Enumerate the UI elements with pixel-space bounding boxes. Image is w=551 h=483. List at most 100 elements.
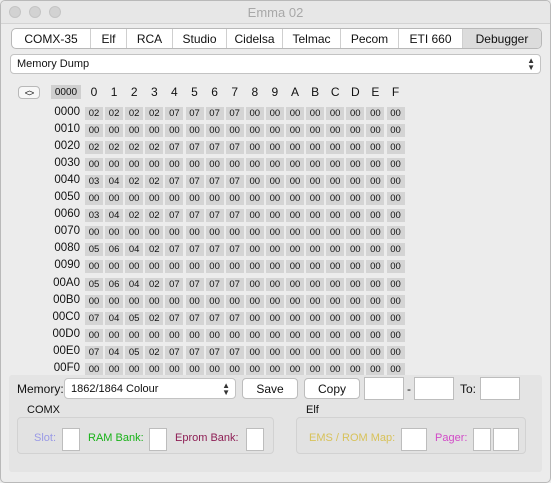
byte-cell[interactable]: 00 <box>346 294 365 308</box>
byte-cell[interactable]: 07 <box>185 209 204 223</box>
byte-cell[interactable]: 00 <box>245 158 264 172</box>
byte-cell[interactable]: 07 <box>205 243 224 257</box>
ram-bank-input[interactable] <box>149 428 167 451</box>
byte-cell[interactable]: 00 <box>245 362 264 376</box>
byte-cell[interactable]: 07 <box>165 175 184 189</box>
byte-cell[interactable]: 00 <box>286 107 304 120</box>
byte-cell[interactable]: 07 <box>225 141 244 155</box>
byte-cell[interactable]: 00 <box>326 345 345 359</box>
byte-cell[interactable]: 00 <box>265 294 284 308</box>
byte-cell[interactable]: 00 <box>326 362 345 376</box>
byte-cell[interactable]: 00 <box>346 124 365 138</box>
byte-cell[interactable]: 00 <box>306 107 325 120</box>
byte-cell[interactable]: 00 <box>245 243 264 257</box>
pager-input-2[interactable] <box>493 428 519 451</box>
byte-cell[interactable]: 00 <box>326 175 345 189</box>
copy-destination-input[interactable] <box>480 377 520 400</box>
byte-cell[interactable]: 00 <box>245 311 264 325</box>
byte-cell[interactable]: 00 <box>326 328 345 342</box>
byte-cell[interactable]: 00 <box>85 158 103 172</box>
byte-cell[interactable]: 00 <box>245 294 264 308</box>
byte-cell[interactable]: 00 <box>346 226 365 240</box>
byte-cell[interactable]: 00 <box>205 328 224 342</box>
byte-cell[interactable]: 00 <box>306 362 325 376</box>
tab-cidelsa[interactable]: Cidelsa <box>227 29 283 48</box>
byte-cell[interactable]: 00 <box>366 158 385 172</box>
byte-cell[interactable]: 07 <box>85 345 103 359</box>
byte-cell[interactable]: 00 <box>185 362 204 376</box>
byte-cell[interactable]: 00 <box>245 124 264 138</box>
byte-cell[interactable]: 07 <box>225 107 244 120</box>
byte-cell[interactable]: 00 <box>205 124 224 138</box>
byte-cell[interactable]: 00 <box>326 158 345 172</box>
byte-cell[interactable]: 07 <box>225 209 244 223</box>
byte-cell[interactable]: 00 <box>245 345 264 359</box>
byte-cell[interactable]: 00 <box>346 107 365 120</box>
byte-cell[interactable]: 00 <box>165 226 184 240</box>
byte-cell[interactable]: 00 <box>366 362 385 376</box>
byte-cell[interactable]: 00 <box>265 175 284 189</box>
byte-cell[interactable]: 07 <box>205 311 224 325</box>
byte-cell[interactable]: 00 <box>286 328 304 342</box>
byte-cell[interactable]: 00 <box>85 226 103 240</box>
byte-cell[interactable]: 00 <box>286 345 304 359</box>
byte-cell[interactable]: 00 <box>346 260 365 274</box>
byte-cell[interactable]: 00 <box>286 311 304 325</box>
byte-cell[interactable]: 00 <box>366 243 385 257</box>
byte-cell[interactable]: 00 <box>386 294 405 308</box>
byte-cell[interactable]: 00 <box>326 243 345 257</box>
byte-cell[interactable]: 00 <box>225 362 244 376</box>
byte-cell[interactable]: 00 <box>205 226 224 240</box>
byte-cell[interactable]: 07 <box>185 175 204 189</box>
byte-cell[interactable]: 00 <box>286 192 304 206</box>
pager-input-1[interactable] <box>473 428 491 451</box>
byte-cell[interactable]: 04 <box>125 243 144 257</box>
byte-cell[interactable]: 00 <box>286 175 304 189</box>
byte-cell[interactable]: 05 <box>85 243 103 257</box>
byte-cell[interactable]: 02 <box>125 209 144 223</box>
byte-cell[interactable]: 07 <box>185 107 204 120</box>
memory-type-select[interactable]: 1862/1864 Colour ▲ ▼ <box>64 378 236 399</box>
byte-cell[interactable]: 06 <box>105 243 124 257</box>
byte-cell[interactable]: 06 <box>105 277 124 291</box>
byte-cell[interactable]: 07 <box>165 243 184 257</box>
byte-cell[interactable]: 07 <box>225 311 244 325</box>
byte-cell[interactable]: 00 <box>225 192 244 206</box>
byte-cell[interactable]: 00 <box>105 226 124 240</box>
tab-debugger[interactable]: Debugger <box>463 29 541 48</box>
byte-cell[interactable]: 00 <box>245 141 264 155</box>
byte-cell[interactable]: 00 <box>265 226 284 240</box>
byte-cell[interactable]: 00 <box>225 158 244 172</box>
byte-cell[interactable]: 04 <box>105 311 124 325</box>
tab-studio[interactable]: Studio <box>173 29 227 48</box>
byte-cell[interactable]: 00 <box>306 328 325 342</box>
byte-cell[interactable]: 04 <box>125 277 144 291</box>
byte-cell[interactable]: 00 <box>346 328 365 342</box>
byte-cell[interactable]: 00 <box>165 158 184 172</box>
byte-cell[interactable]: 00 <box>125 158 144 172</box>
byte-cell[interactable]: 00 <box>306 192 325 206</box>
byte-cell[interactable]: 00 <box>286 124 304 138</box>
byte-cell[interactable]: 00 <box>326 192 345 206</box>
byte-cell[interactable]: 00 <box>366 260 385 274</box>
byte-cell[interactable]: 00 <box>105 294 124 308</box>
save-button[interactable]: Save <box>242 378 298 399</box>
byte-cell[interactable]: 00 <box>245 226 264 240</box>
byte-cell[interactable]: 00 <box>366 226 385 240</box>
copy-range-from-input[interactable] <box>364 377 404 400</box>
byte-cell[interactable]: 00 <box>105 328 124 342</box>
byte-cell[interactable]: 00 <box>85 362 103 376</box>
byte-cell[interactable]: 00 <box>386 209 405 223</box>
byte-cell[interactable]: 00 <box>185 294 204 308</box>
byte-cell[interactable]: 00 <box>165 294 184 308</box>
byte-cell[interactable]: 00 <box>366 107 385 120</box>
byte-cell[interactable]: 00 <box>326 226 345 240</box>
byte-cell[interactable]: 00 <box>145 226 164 240</box>
byte-cell[interactable]: 02 <box>105 107 124 120</box>
tab-pecom[interactable]: Pecom <box>341 29 399 48</box>
byte-cell[interactable]: 00 <box>205 362 224 376</box>
dump-nav-button[interactable]: <> <box>18 86 40 99</box>
byte-cell[interactable]: 07 <box>165 209 184 223</box>
byte-cell[interactable]: 00 <box>165 362 184 376</box>
byte-cell[interactable]: 00 <box>386 362 405 376</box>
